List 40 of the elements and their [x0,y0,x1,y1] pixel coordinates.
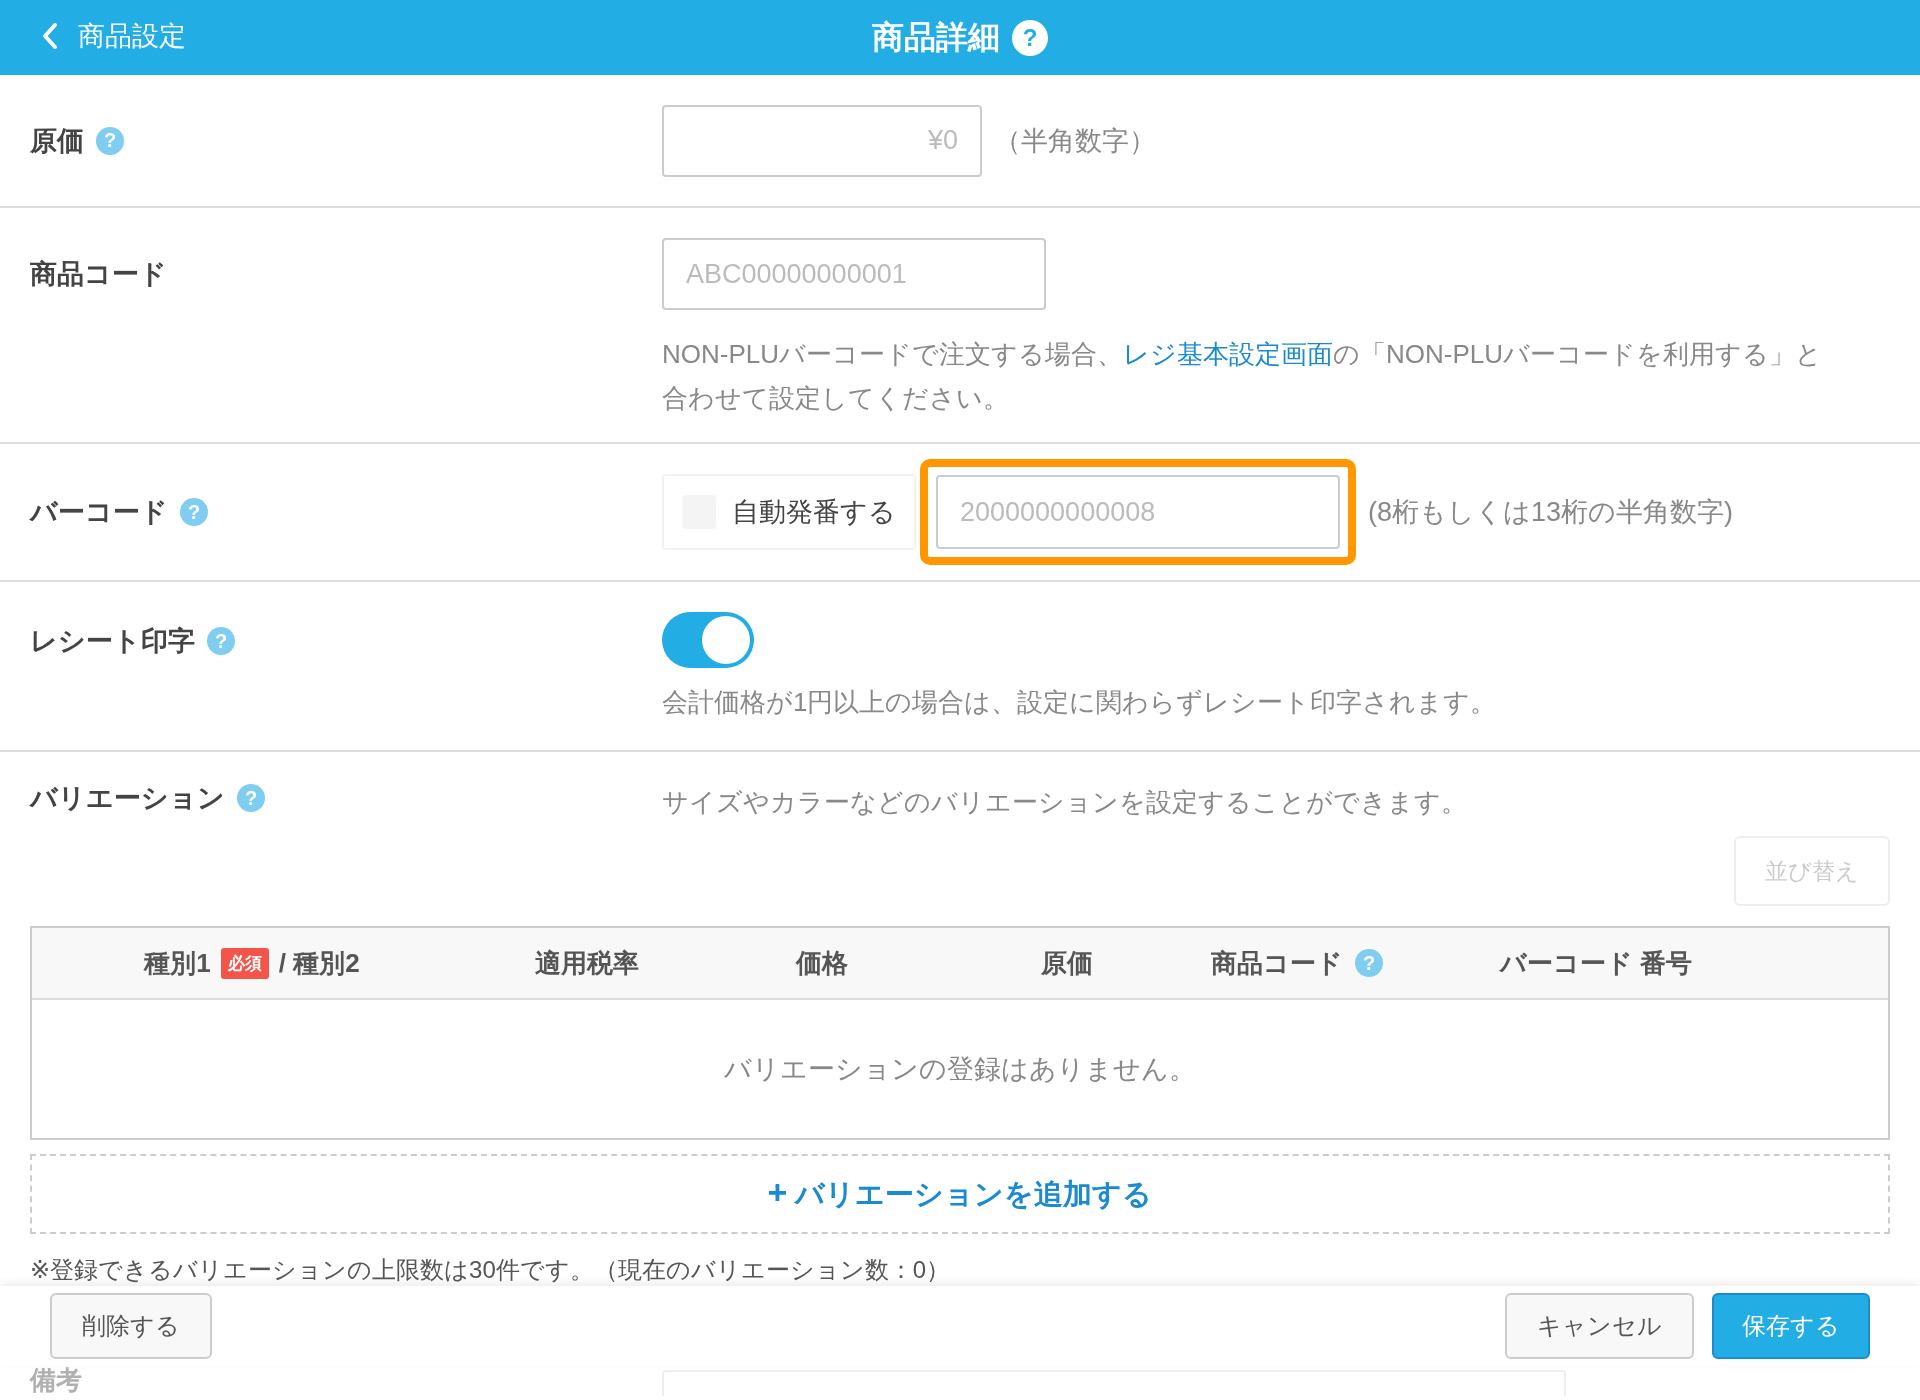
column-header: 商品コード [1211,946,1343,980]
product-code-input[interactable]: ABC00000000001 [662,238,1046,310]
empty-message: バリエーションの登録はありません。 [724,1053,1196,1086]
help-icon[interactable]: ? [237,784,265,812]
field-label: バリエーション [30,782,225,815]
help-icon[interactable]: ? [1355,949,1383,977]
help-icon[interactable]: ? [180,498,208,526]
help-icon[interactable]: ? [207,627,235,655]
limit-note: ※登録できるバリエーションの上限数は30件です。（現在のバリエーション数：0） [30,1255,952,1285]
required-badge: 必須 [220,947,269,979]
help-text: 会計価格が1円以上の場合は、設定に関わらずレシート印字されます。 [662,686,1498,719]
toggle-switch[interactable] [662,612,754,668]
back-button[interactable]: 商品設定 [38,14,190,58]
column-header: バーコード 番号 [1500,946,1693,980]
field-label: レシート印字 [30,625,195,658]
cancel-button[interactable]: キャンセル [1505,1293,1694,1359]
column-header: 種別1 [144,946,211,980]
field-label: 備考 [30,1366,83,1397]
save-button[interactable]: 保存する [1712,1293,1870,1359]
column-header: 適用税率 [535,946,639,980]
delete-button[interactable]: 削除する [50,1293,212,1359]
chevron-left-icon [42,22,58,50]
auto-number-checkbox[interactable]: 自動発番する [662,474,916,550]
help-icon[interactable]: ? [1012,19,1048,56]
column-header: / 種別2 [278,946,360,980]
field-label: 商品コード [30,258,167,291]
barcode-input[interactable]: 2000000000008 [936,475,1340,549]
field-label: 原価 [30,124,84,158]
help-icon[interactable]: ? [96,126,124,155]
help-text: サイズやカラーなどのバリエーションを設定することができます。 [662,786,1468,819]
page-title: 商品詳細 [872,17,1000,57]
settings-link[interactable]: レジ基本設定画面 [1123,339,1333,369]
help-text: NON-PLUバーコードで注文する場合、レジ基本設定画面の「NON-PLUバーコードを利用する」と合わせて設定してください。 [662,338,1824,415]
column-header: 原価 [1041,946,1093,980]
add-variation-button[interactable]: + バリエーションを追加する [30,1154,1890,1234]
input-hint: (8桁もしくは13桁の半角数字) [1368,496,1734,529]
column-header: 価格 [796,946,848,980]
field-label: バーコード [30,496,168,529]
input-hint: （半角数字） [994,124,1156,158]
cost-input[interactable]: ¥0 [662,104,982,177]
